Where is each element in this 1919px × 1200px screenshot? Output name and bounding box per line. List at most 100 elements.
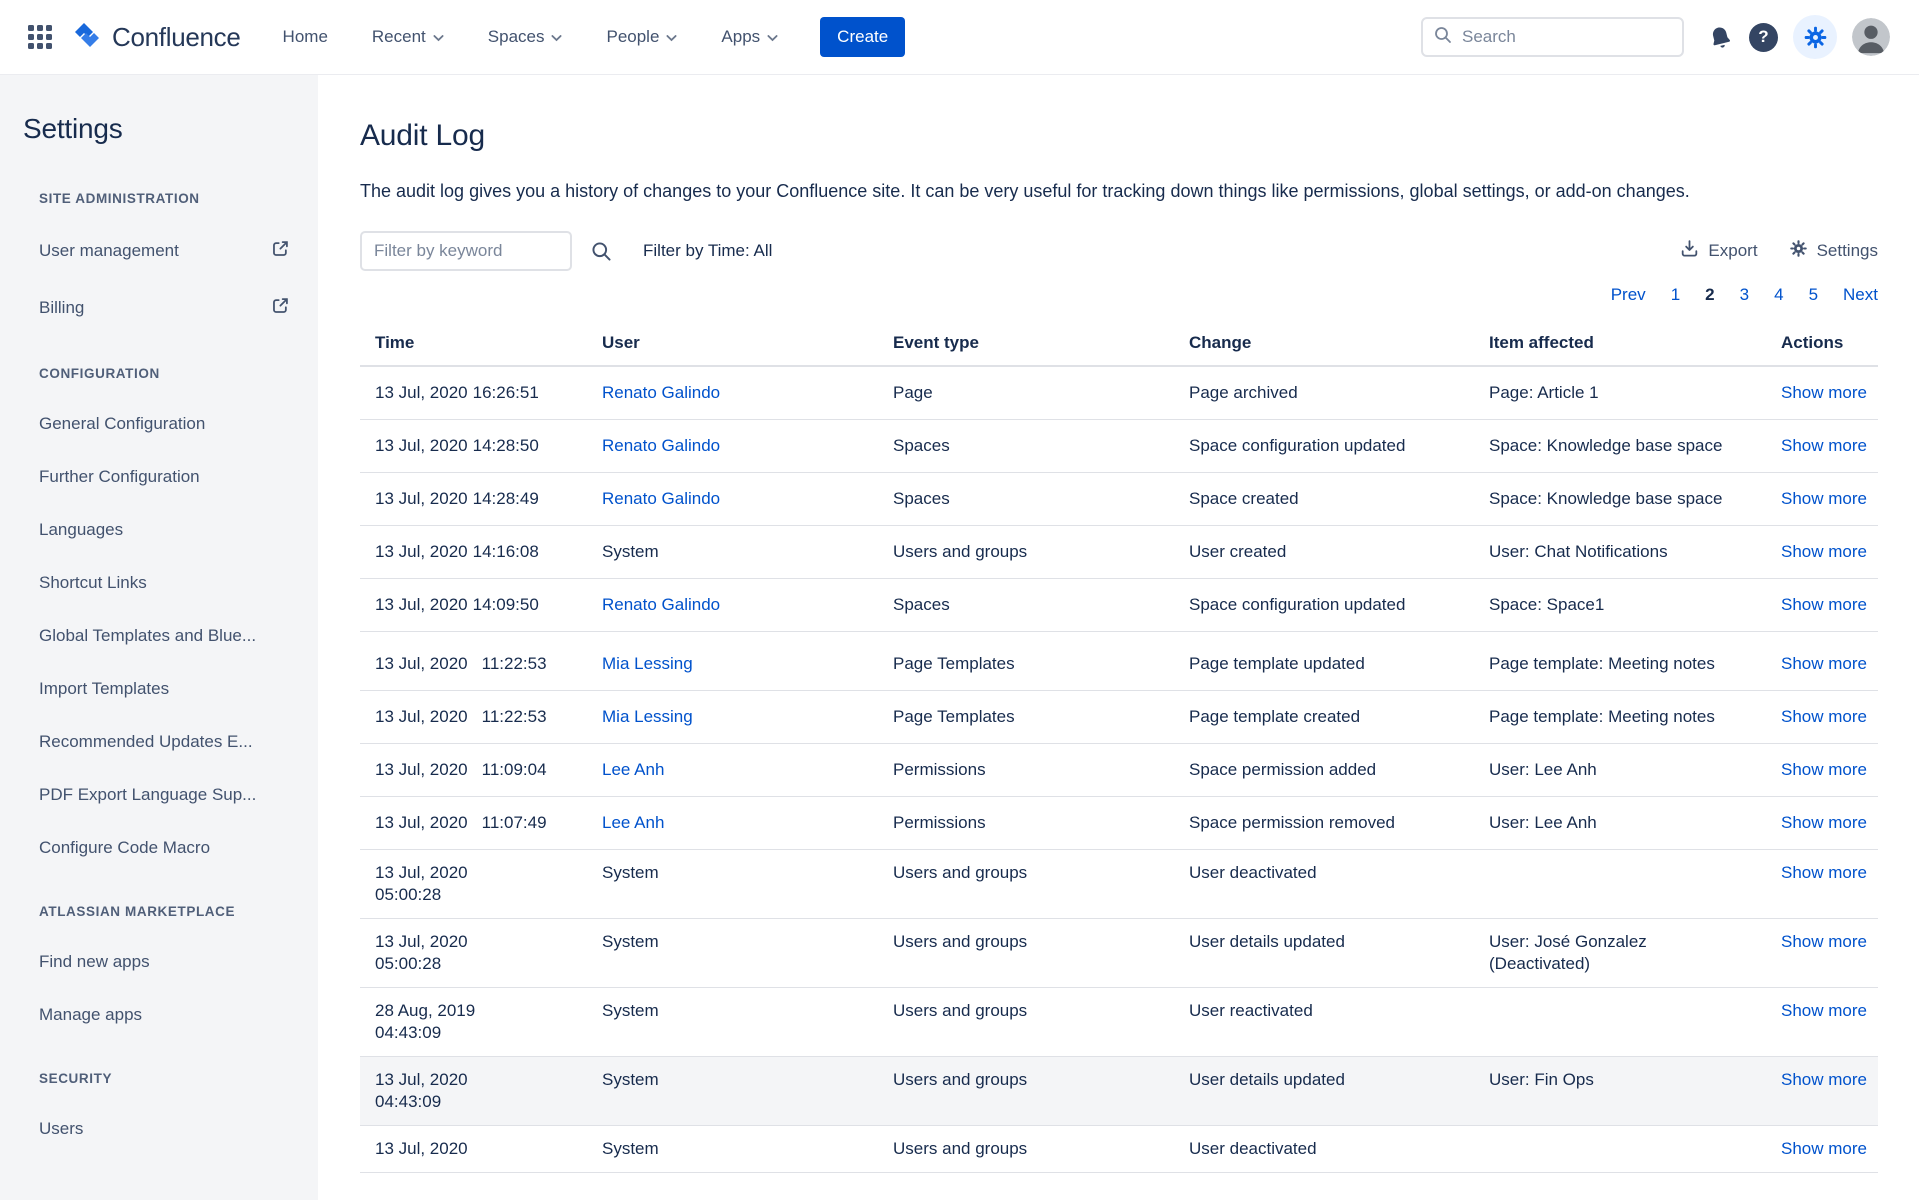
user-link[interactable]: Mia Lessing	[602, 707, 693, 726]
sidebar-item-user-management[interactable]: User management	[23, 239, 290, 263]
cell-user: Renato Galindo	[587, 473, 878, 525]
cell-change: Page archived	[1174, 367, 1474, 419]
table-row: 13 Jul, 202011:22:53Mia LessingPage Temp…	[360, 638, 1878, 691]
sidebar-item-billing[interactable]: Billing	[23, 296, 290, 320]
show-more-link[interactable]: Show more	[1781, 383, 1867, 402]
user-link[interactable]: Renato Galindo	[602, 383, 720, 402]
pagination-next[interactable]: Next	[1843, 285, 1878, 305]
column-header-actions: Actions	[1766, 323, 1878, 365]
audit-settings-button[interactable]: Settings	[1788, 238, 1878, 264]
search-input[interactable]	[1462, 27, 1683, 47]
time-filter[interactable]: Filter by Time: All	[643, 241, 772, 261]
sidebar-item-recommended-updates-e[interactable]: Recommended Updates E...	[23, 732, 290, 752]
event-date: 13 Jul, 2020	[375, 542, 468, 561]
event-date: 13 Jul, 2020	[375, 383, 468, 402]
user-link[interactable]: Renato Galindo	[602, 489, 720, 508]
sidebar-item-languages[interactable]: Languages	[23, 520, 290, 540]
event-time: 14:28:50	[473, 436, 539, 455]
cell-time: 13 Jul, 2020 14:28:50	[360, 420, 587, 472]
show-more-link[interactable]: Show more	[1781, 595, 1867, 614]
cell-event-type: Page	[878, 367, 1174, 419]
user-name: System	[602, 1139, 659, 1158]
export-download-icon	[1679, 238, 1700, 264]
sidebar-item-import-templates[interactable]: Import Templates	[23, 679, 290, 699]
cell-change: Page template updated	[1174, 638, 1474, 690]
settings-gear-icon[interactable]	[1793, 15, 1837, 59]
external-link-icon	[271, 296, 290, 320]
show-more-link[interactable]: Show more	[1781, 1001, 1867, 1020]
help-icon[interactable]: ?	[1749, 23, 1778, 52]
sidebar-item-label: Billing	[39, 298, 84, 318]
user-link[interactable]: Mia Lessing	[602, 654, 693, 673]
nav-item-spaces[interactable]: Spaces	[488, 27, 563, 47]
pagination-page-4[interactable]: 4	[1774, 285, 1783, 305]
sidebar-section-heading: ATLASSIAN MARKETPLACE	[23, 904, 290, 919]
create-button[interactable]: Create	[820, 17, 905, 57]
user-link[interactable]: Renato Galindo	[602, 595, 720, 614]
show-more-link[interactable]: Show more	[1781, 863, 1867, 882]
sidebar-item-pdf-export-language-sup[interactable]: PDF Export Language Sup...	[23, 785, 290, 805]
pagination-page-3[interactable]: 3	[1740, 285, 1749, 305]
event-date: 13 Jul, 2020	[375, 436, 468, 455]
pagination-page-1[interactable]: 1	[1671, 285, 1680, 305]
show-more-link[interactable]: Show more	[1781, 489, 1867, 508]
sidebar-title: Settings	[23, 113, 290, 145]
cell-change: Page template created	[1174, 691, 1474, 743]
filter-row: Filter by Time: All Export	[360, 231, 1878, 271]
show-more-link[interactable]: Show more	[1781, 1139, 1867, 1158]
sidebar-item-users[interactable]: Users	[23, 1119, 290, 1139]
user-avatar[interactable]	[1852, 18, 1890, 56]
sidebar-item-global-templates-and-blue[interactable]: Global Templates and Blue...	[23, 626, 290, 646]
show-more-link[interactable]: Show more	[1781, 654, 1867, 673]
show-more-link[interactable]: Show more	[1781, 436, 1867, 455]
user-link[interactable]: Lee Anh	[602, 813, 664, 832]
cell-actions: Show more	[1766, 579, 1878, 631]
sidebar-section-site-administration: SITE ADMINISTRATIONUser managementBillin…	[23, 191, 290, 320]
sidebar-item-manage-apps[interactable]: Manage apps	[23, 1005, 290, 1025]
cell-item-affected: User: Lee Anh	[1474, 797, 1766, 849]
pagination-page-5[interactable]: 5	[1809, 285, 1818, 305]
cell-user: Lee Anh	[587, 744, 878, 796]
export-button[interactable]: Export	[1679, 238, 1757, 264]
show-more-link[interactable]: Show more	[1781, 1070, 1867, 1089]
user-link[interactable]: Renato Galindo	[602, 436, 720, 455]
nav-item-home[interactable]: Home	[283, 27, 328, 47]
audit-log-page: Audit Log The audit log gives you a hist…	[318, 75, 1919, 1200]
sidebar-item-label: Import Templates	[39, 679, 169, 699]
show-more-link[interactable]: Show more	[1781, 760, 1867, 779]
item-affected: Page template: Meeting notes	[1489, 654, 1715, 673]
cell-time: 13 Jul, 202011:22:53	[360, 638, 587, 690]
filter-search-icon[interactable]	[590, 240, 613, 263]
nav-item-apps[interactable]: Apps	[721, 27, 778, 47]
sidebar-item-shortcut-links[interactable]: Shortcut Links	[23, 573, 290, 593]
cell-item-affected: Page template: Meeting notes	[1474, 638, 1766, 690]
show-more-link[interactable]: Show more	[1781, 932, 1867, 951]
pagination-prev[interactable]: Prev	[1611, 285, 1646, 305]
sidebar-item-general-configuration[interactable]: General Configuration	[23, 414, 290, 434]
pagination-page-2[interactable]: 2	[1705, 285, 1714, 305]
column-header-change: Change	[1174, 323, 1474, 365]
event-time: 11:22:53	[482, 707, 547, 726]
sidebar-item-label: Languages	[39, 520, 123, 540]
nav-item-people[interactable]: People	[606, 27, 677, 47]
confluence-logo[interactable]: Confluence	[71, 20, 241, 55]
confluence-logo-icon	[71, 20, 103, 55]
user-link[interactable]: Lee Anh	[602, 760, 664, 779]
sidebar-item-further-configuration[interactable]: Further Configuration	[23, 467, 290, 487]
global-search[interactable]	[1421, 17, 1684, 57]
keyword-filter-input[interactable]	[360, 231, 572, 271]
notifications-bell-icon[interactable]	[1707, 24, 1734, 51]
show-more-link[interactable]: Show more	[1781, 813, 1867, 832]
nav-item-recent[interactable]: Recent	[372, 27, 444, 47]
cell-event-type: Users and groups	[878, 526, 1174, 578]
cell-actions: Show more	[1766, 850, 1878, 918]
sidebar-item-configure-code-macro[interactable]: Configure Code Macro	[23, 838, 290, 858]
table-row: 13 Jul, 202005:00:28SystemUsers and grou…	[360, 850, 1878, 919]
cell-user: Lee Anh	[587, 797, 878, 849]
sidebar-item-find-new-apps[interactable]: Find new apps	[23, 952, 290, 972]
table-row: 28 Aug, 201904:43:09SystemUsers and grou…	[360, 988, 1878, 1057]
show-more-link[interactable]: Show more	[1781, 707, 1867, 726]
show-more-link[interactable]: Show more	[1781, 542, 1867, 561]
event-time: 14:09:50	[473, 595, 539, 614]
app-switcher-icon[interactable]	[27, 24, 53, 50]
